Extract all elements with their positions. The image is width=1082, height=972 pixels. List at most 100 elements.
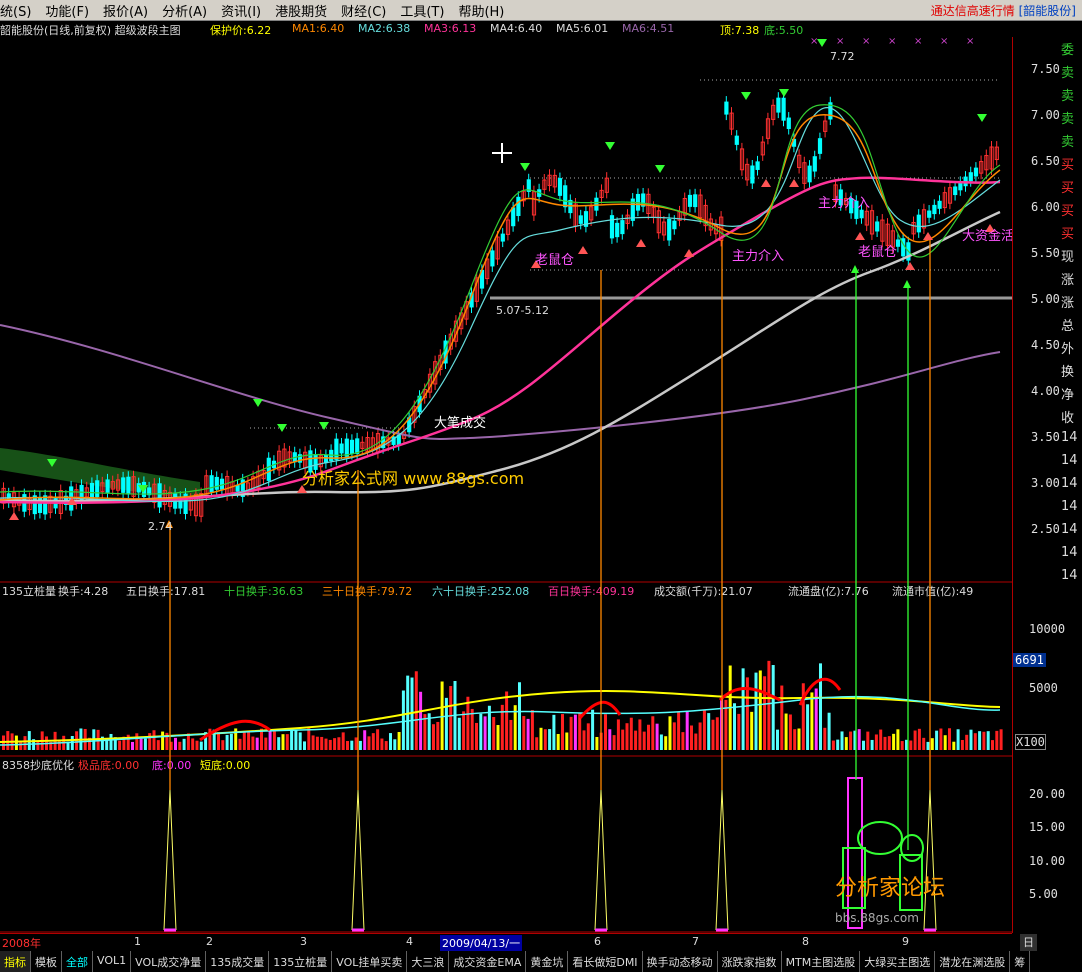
volume-bar xyxy=(664,736,668,750)
volume-bar xyxy=(625,723,629,750)
candle xyxy=(339,443,344,454)
app-title-stock[interactable]: [韶能股份] xyxy=(1019,4,1076,18)
candle xyxy=(973,167,979,177)
volume-bar xyxy=(522,716,526,750)
tab-16[interactable]: 潜龙在渊选股 xyxy=(935,951,1011,972)
tab-6[interactable]: 135立桩量 xyxy=(269,951,333,972)
volume-bar xyxy=(6,731,10,750)
volume-bar xyxy=(238,738,242,750)
candle xyxy=(157,483,162,508)
volume-bar xyxy=(896,729,900,750)
tab-1[interactable]: 模板 xyxy=(31,951,62,972)
tab-13[interactable]: 涨跌家指数 xyxy=(718,951,782,972)
tab-5[interactable]: 135成交量 xyxy=(206,951,270,972)
volume-bar xyxy=(161,731,165,750)
volume-bar xyxy=(419,691,423,750)
quote-side-label: 总 xyxy=(1061,319,1075,334)
volume-bar xyxy=(668,716,672,750)
volume-bar xyxy=(591,709,595,750)
tab-4[interactable]: VOL成交净量 xyxy=(131,951,207,972)
volume-bar xyxy=(831,740,835,750)
volume-bar xyxy=(569,716,573,750)
volume-bar xyxy=(229,733,233,750)
candle xyxy=(323,454,329,464)
buy-arrow xyxy=(855,232,865,240)
quote-side-label: 卖 xyxy=(1061,66,1075,81)
volume-bar xyxy=(930,738,934,750)
volume-bar xyxy=(681,732,685,750)
volume-bar xyxy=(384,741,388,750)
chart-canvas[interactable]: × × × × × × × 7.722.745.07-5.12大笔成交老鼠仓老鼠仓主力介入主… xyxy=(0,0,1012,933)
quote-side-label: 换 xyxy=(1061,365,1075,380)
volume-bar xyxy=(552,714,556,750)
volume-bar xyxy=(582,730,586,750)
sell-arrow xyxy=(319,422,329,430)
volume-bar xyxy=(741,668,745,750)
volume-bar xyxy=(341,732,345,750)
tab-10[interactable]: 黄金坑 xyxy=(526,951,569,972)
marker-x: × xyxy=(862,36,870,47)
tab-3[interactable]: VOL1 xyxy=(93,951,132,972)
volume-bar xyxy=(767,660,771,750)
volume-bar xyxy=(892,733,896,750)
volume-bar xyxy=(530,710,534,750)
volume-bar xyxy=(526,718,530,750)
volume-unit: X100 xyxy=(1015,734,1046,750)
volume-bar xyxy=(148,733,152,750)
tab-11[interactable]: 看长做短DMI xyxy=(568,951,643,972)
candle xyxy=(750,165,755,184)
tab-7[interactable]: VOL挂单买卖 xyxy=(332,951,408,972)
quote-side-label: 涨 xyxy=(1061,273,1075,288)
volume-bar xyxy=(883,736,887,750)
volume-bar xyxy=(819,663,822,750)
volume-bar xyxy=(135,733,139,750)
volume-bar xyxy=(659,734,663,750)
tab-8[interactable]: 大三浪 xyxy=(407,951,450,972)
buy-arrow xyxy=(905,262,915,270)
sell-arrow xyxy=(977,114,987,122)
signal-spike xyxy=(163,789,177,931)
volume-bar xyxy=(913,730,917,750)
quote-side-label: 14 xyxy=(1061,430,1078,445)
candle xyxy=(859,209,864,219)
candle xyxy=(313,454,318,470)
tab-9[interactable]: 成交资金EMA xyxy=(449,951,527,972)
quote-side-label: 买 xyxy=(1061,227,1075,242)
candle xyxy=(209,475,214,493)
marker-x: × xyxy=(836,36,844,47)
volume-bar xyxy=(376,729,380,750)
tab-2[interactable]: 全部 xyxy=(62,951,93,972)
tab-14[interactable]: MTM主图选股 xyxy=(782,951,861,972)
volume-bar xyxy=(518,682,521,750)
volume-bar xyxy=(242,732,246,750)
volume-bar xyxy=(131,741,134,750)
volume-bar xyxy=(225,734,229,750)
candle xyxy=(781,97,786,121)
indicator-tab-bar: 指标 模板 全部 VOL1 VOL成交净量 135成交量 135立桩量 VOL挂单买卖 大三浪成… xyxy=(0,951,1082,972)
volume-bar xyxy=(221,740,225,750)
sell-arrow xyxy=(779,89,789,97)
crosshair-icon xyxy=(492,143,512,163)
volume-bar xyxy=(251,736,255,750)
tab-0[interactable]: 指标 xyxy=(0,951,31,972)
tab-12[interactable]: 换手动态移动 xyxy=(643,951,718,972)
connector-head xyxy=(903,280,911,288)
price-label: 4.00 xyxy=(1031,384,1060,399)
volume-bar xyxy=(449,686,453,750)
volume-bar xyxy=(358,740,362,750)
candle xyxy=(968,172,973,182)
tab-17[interactable]: 筹 xyxy=(1010,951,1031,972)
sell-arrow xyxy=(253,399,263,407)
volume-bar xyxy=(965,734,969,750)
candle xyxy=(344,438,349,457)
volume-bar xyxy=(956,729,960,750)
volume-bar xyxy=(174,737,177,750)
candle xyxy=(953,186,958,196)
volume-bar xyxy=(754,672,758,750)
candle xyxy=(927,210,932,218)
forum-watermark: 分析家论坛 xyxy=(835,876,945,901)
volume-bar xyxy=(986,731,990,750)
date-axis: 2008年 1 2 3 4 2009/04/13/一 6 7 8 9 日线 xyxy=(0,933,1037,966)
volume-bar xyxy=(466,696,470,750)
tab-15[interactable]: 大绿买主图选 xyxy=(860,951,936,972)
